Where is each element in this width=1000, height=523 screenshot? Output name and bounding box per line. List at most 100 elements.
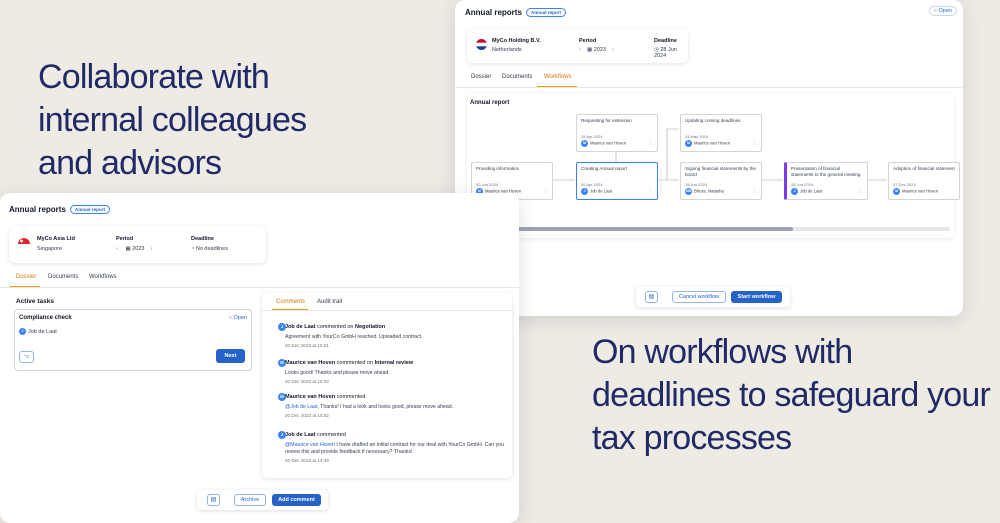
avatar: M <box>581 140 588 147</box>
chevron-left-icon[interactable]: ‹ <box>579 47 581 53</box>
workflow-node[interactable]: Signing financial statements by the boar… <box>680 162 762 200</box>
node-date: 28 Apr 2024 <box>581 134 603 139</box>
tab-bar: Dossier Documents Workflows <box>455 74 963 88</box>
headline-collaborate: Collaborate with internal colleagues and… <box>38 58 307 182</box>
task-title: Compliance check <box>19 315 72 321</box>
annual-report-badge: Annual report <box>525 8 567 18</box>
chevron-right-icon[interactable]: › <box>612 47 614 53</box>
comment-item: M Maurice van Hoven commented @Job de La… <box>278 393 504 418</box>
period-selector[interactable]: ‹ ▦ 2023 › <box>579 47 614 53</box>
avatar: M <box>278 359 286 367</box>
deadline-label: Deadline <box>654 38 677 44</box>
tab-comments[interactable]: Comments <box>276 299 305 305</box>
tab-workflows[interactable]: Workflows <box>89 274 117 280</box>
more-options-icon[interactable]: ⋮ <box>752 188 757 194</box>
tab-bar: Dossier Documents Workflows <box>0 274 519 288</box>
deadline-value: ◔ No deadlines <box>191 246 228 252</box>
more-options-icon[interactable]: ⋮ <box>648 188 653 194</box>
singapore-flag-icon <box>18 238 30 250</box>
divider <box>455 87 963 88</box>
active-tasks-heading: Active tasks <box>16 298 54 305</box>
calendar-icon: ▦ <box>125 246 131 252</box>
task-card[interactable]: Compliance check ○ Open J Job de Laat ⌥ N… <box>14 309 252 371</box>
node-title: Updating coming deadlines <box>685 118 741 123</box>
node-date: 28 Jun 2024 <box>791 182 814 187</box>
node-title: Requesting for extension <box>581 118 632 123</box>
more-options-icon[interactable]: ⋮ <box>648 140 653 146</box>
annual-report-dossier-window: Annual reports Annual report MyCo Asia Lt… <box>0 193 519 523</box>
annual-report-workflows-window: Annual reports Annual report ○ Open MyCo … <box>455 0 963 316</box>
node-title: Presentation of financial statements to … <box>791 166 861 177</box>
workflow-node-selected[interactable]: Creating Annual report 26 Apr 2024 J Job … <box>576 162 658 200</box>
tab-workflows[interactable]: Workflows <box>544 74 572 80</box>
node-assignee: NB Bhuze, Natasha <box>685 188 724 195</box>
tab-documents[interactable]: Documents <box>502 74 532 80</box>
workflow-node[interactable]: Adoption of financial statements general… <box>888 162 960 200</box>
comment-item: J Job de Laat commented @Maurice van Hov… <box>278 431 504 463</box>
scrollbar-thumb[interactable] <box>477 227 793 231</box>
headline-workflows: On workflows with deadlines to safeguard… <box>592 333 991 457</box>
next-button[interactable]: Next <box>216 349 245 363</box>
comments-panel: Comments Audit trail J Job de Laat comme… <box>262 293 512 478</box>
chevron-right-icon[interactable]: › <box>151 246 153 252</box>
node-title: Providing information <box>476 166 520 171</box>
task-status: ○ Open <box>228 315 247 321</box>
node-assignee: M Maurice van Hoven <box>685 140 731 147</box>
avatar: J <box>19 328 26 335</box>
period-label: Period <box>579 38 597 44</box>
workflow-node-active[interactable]: Presentation of financial statements to … <box>784 162 868 200</box>
period-label: Period <box>116 236 134 242</box>
entity-info-box: MyCo Holding B.V. Netherlands Period ‹ ▦… <box>467 29 688 63</box>
period-selector[interactable]: ‹ ▦ 2023 › <box>116 246 152 252</box>
entity-info-box: MyCo Asia Ltd Singapore Period ‹ ▦ 2023 … <box>9 226 266 263</box>
avatar: J <box>581 188 588 195</box>
mention-link[interactable]: @Job de Laat <box>285 404 317 410</box>
status-badge[interactable]: ○ Open <box>928 6 957 16</box>
mention-link[interactable]: @Maurice van Hoven <box>285 442 335 448</box>
divider <box>262 310 512 311</box>
page-title: Annual reports Annual report <box>9 205 111 215</box>
avatar: M <box>685 140 692 147</box>
bell-icon: ◔ <box>191 246 195 252</box>
more-options-icon[interactable]: ⋮ <box>543 188 548 194</box>
deadline-label: Deadline <box>191 236 214 242</box>
task-assignee: J Job de Laat <box>19 328 57 335</box>
more-options-icon[interactable]: ⋮ <box>858 188 863 194</box>
workflow-action-bar: ▤ Cancel workflow Start workflow <box>636 287 790 307</box>
node-assignee: J Job de Laat <box>581 188 612 195</box>
avatar: J <box>791 188 798 195</box>
more-options-icon[interactable]: ⋮ <box>752 140 757 146</box>
tab-documents[interactable]: Documents <box>48 274 78 280</box>
start-workflow-button[interactable]: Start workflow <box>731 291 782 303</box>
tab-dossier[interactable]: Dossier <box>16 274 36 280</box>
status-circle-icon: ○ <box>228 315 232 321</box>
node-date: 20 Jun 2024 <box>476 182 499 187</box>
chevron-left-icon[interactable]: ‹ <box>116 246 118 252</box>
tab-dossier[interactable]: Dossier <box>471 74 491 80</box>
entity-name: MyCo Asia Ltd <box>37 236 75 242</box>
archive-button[interactable]: Archive <box>234 494 266 506</box>
workflow-canvas: Annual report Requesting for extension 2… <box>467 94 960 238</box>
tab-audit-trail[interactable]: Audit trail <box>317 299 342 305</box>
entity-country: Netherlands <box>492 47 522 53</box>
node-date: 27 Dec 2024 <box>893 182 916 187</box>
workflow-node[interactable]: Requesting for extension 28 Apr 2024 M Ma… <box>576 114 658 152</box>
horizontal-scrollbar[interactable] <box>471 227 950 231</box>
entity-name: MyCo Holding B.V. <box>492 38 541 44</box>
comment-action-bar: ▤ Archive Add comment <box>197 490 328 510</box>
comment-item: M Maurice van Hoven commented on Interna… <box>278 359 504 384</box>
node-assignee: J Job de Laat <box>791 188 822 195</box>
add-comment-button[interactable]: Add comment <box>272 494 321 506</box>
document-icon[interactable]: ▤ <box>645 291 658 303</box>
node-assignee: M Maurice van Hoven <box>581 140 627 147</box>
workflow-node[interactable]: Updating coming deadlines 24 May 2024 MM… <box>680 114 762 152</box>
status-circle-icon: ○ <box>933 8 937 14</box>
comment-item: J Job de Laat commented on Negotiation A… <box>278 323 504 348</box>
node-date: 24 May 2024 <box>685 134 709 139</box>
cancel-workflow-button[interactable]: Cancel workflow <box>672 291 726 303</box>
node-title: Creating Annual report <box>581 166 627 171</box>
document-icon[interactable]: ▤ <box>207 494 220 506</box>
workflow-tree-icon[interactable]: ⌥ <box>19 351 34 363</box>
node-title: Signing financial statements by the boar… <box>685 166 756 177</box>
deadline-value: ◷ 28 Jun 2024 <box>654 47 677 59</box>
